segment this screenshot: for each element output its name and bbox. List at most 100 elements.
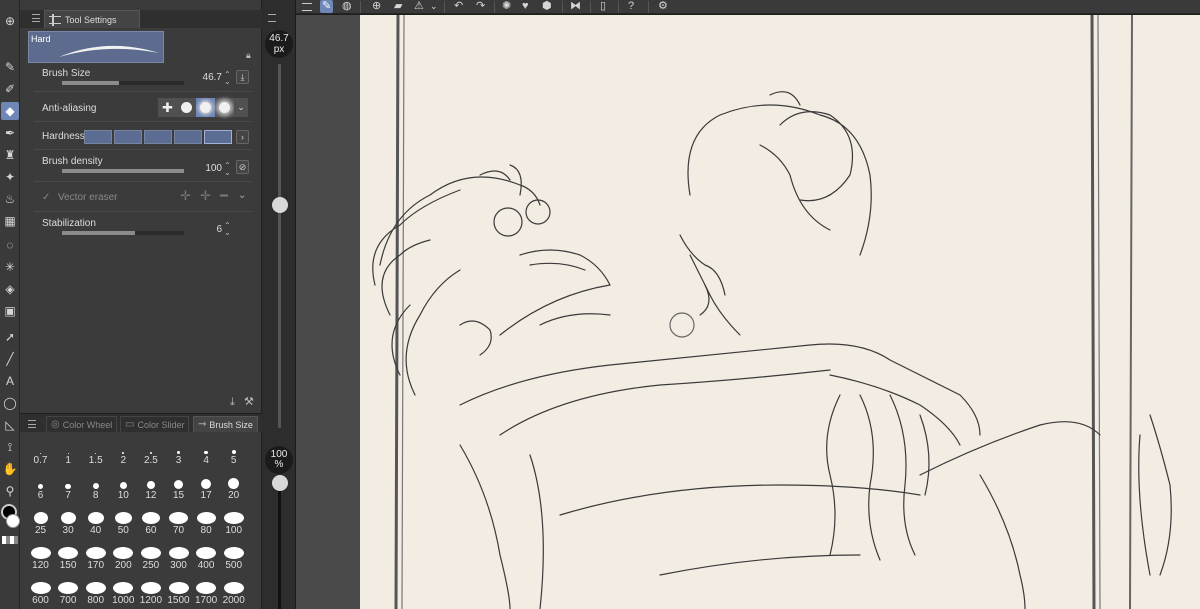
brush-size-cell[interactable]: 3 <box>165 442 192 466</box>
transparent-color-swatch[interactable] <box>2 536 18 544</box>
hardness-step[interactable] <box>174 130 202 144</box>
new-file-icon[interactable]: ⊕ <box>372 0 381 13</box>
tab-tool-settings[interactable]: Tool Settings <box>44 10 140 28</box>
panel-menu-icon[interactable] <box>302 3 312 11</box>
touched-area-icon[interactable]: ✛ <box>180 188 191 204</box>
brush-size-cell[interactable]: 120 <box>27 547 54 571</box>
aa-strong-button[interactable] <box>215 98 234 117</box>
brush-size-cell[interactable]: 15 <box>165 477 192 501</box>
hardness-step[interactable] <box>114 130 142 144</box>
balloon-icon[interactable]: ◯ <box>1 394 19 412</box>
chevron-down-icon[interactable]: ⌄ <box>430 0 438 13</box>
brush-size-cell[interactable]: 30 <box>55 512 82 536</box>
hardness-step[interactable] <box>84 130 112 144</box>
eyedropper-icon[interactable]: ⚲ <box>1 482 19 500</box>
download-icon[interactable]: ⊕ <box>1 12 19 30</box>
size-slider-track[interactable] <box>278 64 281 428</box>
stabilization-slider[interactable] <box>62 231 184 235</box>
brush-size-cell[interactable]: 800 <box>82 582 109 606</box>
eraser-icon[interactable]: ◆ <box>1 102 19 120</box>
transform-icon[interactable]: ⬢ <box>542 0 552 13</box>
pressure-icon[interactable]: ⊘ <box>236 160 249 174</box>
brush-size-cell[interactable]: 1500 <box>165 582 192 606</box>
brush-size-cell[interactable]: 1000 <box>110 582 137 606</box>
tab-color-wheel[interactable]: ◎ Color Wheel <box>46 416 118 432</box>
brush-size-cell[interactable]: 300 <box>165 547 192 571</box>
panel-menu-icon[interactable] <box>268 14 276 22</box>
wrench-icon[interactable]: ⚒ <box>244 396 254 408</box>
lock-icon[interactable]: 🔒︎ <box>246 50 251 61</box>
frame-icon[interactable]: ▦ <box>1 212 19 230</box>
open-folder-icon[interactable]: ▰ <box>394 0 402 13</box>
brush-size-cell[interactable]: 0.7 <box>27 442 54 466</box>
brush-size-cell[interactable]: 2 <box>110 442 137 466</box>
layer-icon[interactable]: ◍ <box>342 0 352 13</box>
hand-icon[interactable]: ✋ <box>1 460 19 478</box>
canvas-area[interactable] <box>296 15 1200 609</box>
heart-icon[interactable]: ♥ <box>522 0 529 13</box>
brush-size-cell[interactable]: 20 <box>220 477 247 501</box>
chevron-down-icon[interactable]: ⌄ <box>234 98 248 117</box>
brush-size-cell[interactable]: 500 <box>220 547 247 571</box>
spinner-icon[interactable]: ⌃ ⌄ <box>224 71 231 86</box>
brush-size-cell[interactable]: 80 <box>193 512 220 536</box>
panel-menu-icon[interactable] <box>28 420 36 428</box>
brush-size-cell[interactable]: 12 <box>137 477 164 501</box>
brush-size-cell[interactable]: 10 <box>110 477 137 501</box>
size-slider-knob[interactable] <box>272 197 288 213</box>
download-icon[interactable]: ⤓ <box>236 70 249 84</box>
auto-select-icon[interactable]: ✳ <box>1 258 19 276</box>
aa-weak-button[interactable] <box>177 98 196 117</box>
brush-size-cell[interactable]: 600 <box>27 582 54 606</box>
blend-icon[interactable]: ♨ <box>1 190 19 208</box>
brush-size-cell[interactable]: 100 <box>220 512 247 536</box>
brush-size-cell[interactable]: 7 <box>55 477 82 501</box>
brush-size-cell[interactable]: 4 <box>193 442 220 466</box>
airbrush-icon[interactable]: ♜ <box>1 146 19 164</box>
brush-size-cell[interactable]: 1200 <box>137 582 164 606</box>
edit-icon[interactable]: ✎ <box>320 0 334 13</box>
brush-size-cell[interactable]: 6 <box>27 477 54 501</box>
save-icon[interactable]: ⚠ <box>414 0 424 13</box>
brush-size-cell[interactable]: 8 <box>82 477 109 501</box>
hardness-step[interactable] <box>204 130 232 144</box>
brush-icon[interactable]: ✒ <box>1 124 19 142</box>
brush-size-cell[interactable]: 25 <box>27 512 54 536</box>
brush-size-cell[interactable]: 1.5 <box>82 442 109 466</box>
brush-preset[interactable]: Hard <box>28 31 164 63</box>
spinner-icon[interactable]: ⌃ ⌄ <box>224 222 231 237</box>
decoration-icon[interactable]: ✦ <box>1 168 19 186</box>
brush-size-cell[interactable]: 200 <box>110 547 137 571</box>
checkbox-icon[interactable]: ✓ <box>42 192 50 203</box>
brush-size-cell[interactable]: 70 <box>165 512 192 536</box>
spinner-icon[interactable]: ⌃ ⌄ <box>224 162 231 177</box>
brush-size-cell[interactable]: 40 <box>82 512 109 536</box>
intersection-icon[interactable]: ✛ <box>200 188 211 204</box>
pen-icon[interactable]: ✎ <box>1 58 19 76</box>
brush-size-cell[interactable]: 1 <box>55 442 82 466</box>
correct-line-icon[interactable]: ⟟ <box>1 438 19 456</box>
gradient-icon[interactable]: ▣ <box>1 302 19 320</box>
smartphone-icon[interactable]: ▯ <box>600 0 606 13</box>
loading-icon[interactable]: ✺ <box>502 0 511 13</box>
canvas-paper[interactable] <box>360 15 1200 609</box>
register-preset-icon[interactable]: ⤓ <box>230 396 235 408</box>
stabilization-value[interactable]: 6 <box>194 224 222 235</box>
aa-none-button[interactable]: ✚ <box>158 98 177 117</box>
brush-size-cell[interactable]: 700 <box>55 582 82 606</box>
undo-icon[interactable]: ↶ <box>454 0 463 13</box>
brush-size-cell[interactable]: 1700 <box>193 582 220 606</box>
brush-size-value[interactable]: 46.7 <box>194 72 222 83</box>
brush-size-slider[interactable] <box>62 81 184 85</box>
whole-line-icon[interactable]: ━ <box>220 188 228 204</box>
object-icon[interactable]: ➚ <box>1 328 19 346</box>
sub-color-swatch[interactable] <box>6 514 20 528</box>
brush-size-cell[interactable]: 17 <box>193 477 220 501</box>
panel-menu-icon[interactable] <box>32 14 40 22</box>
settings-icon[interactable]: ⚙ <box>658 0 668 13</box>
brush-size-cell[interactable]: 400 <box>193 547 220 571</box>
pencil-icon[interactable]: ✐ <box>1 80 19 98</box>
text-icon[interactable]: A <box>1 372 19 390</box>
brush-size-cell[interactable]: 5 <box>220 442 247 466</box>
opacity-slider-track[interactable] <box>278 478 281 609</box>
